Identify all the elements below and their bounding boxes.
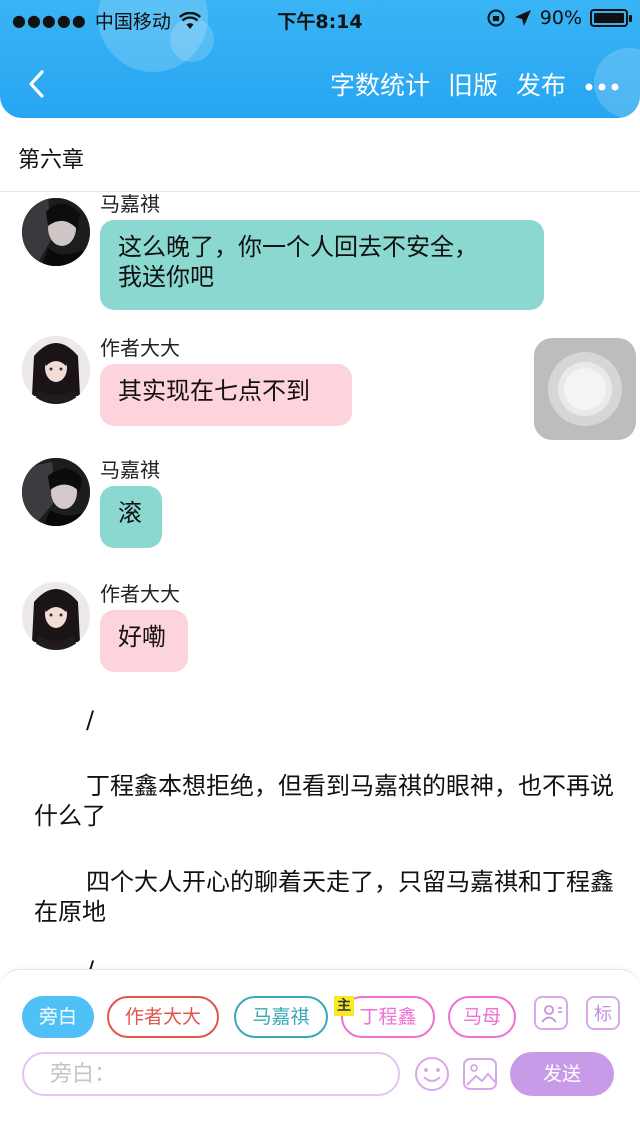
back-button[interactable]	[22, 66, 52, 102]
avatar[interactable]	[22, 458, 90, 526]
message-bubble[interactable]: 好嘞	[100, 610, 188, 672]
person-card-icon	[541, 1005, 562, 1023]
message-bubble[interactable]: 其实现在七点不到	[100, 364, 352, 426]
send-button[interactable]: 发送	[510, 1052, 614, 1096]
role-chip-ma-mu[interactable]: 马母	[448, 996, 516, 1038]
avatar[interactable]	[22, 336, 90, 404]
more-button[interactable]	[584, 69, 620, 99]
role-manage-button[interactable]	[534, 996, 568, 1030]
message-bubble[interactable]: 这么晚了，你一个人回去不安全， 我送你吧	[100, 220, 544, 310]
sender-name: 作者大大	[100, 336, 180, 360]
narration-paragraph: 丁程鑫本想拒绝，但看到马嘉祺的眼神，也不再说什么了	[34, 772, 614, 830]
chat-area[interactable]: 马嘉祺 这么晚了，你一个人回去不安全， 我送你吧 作者大大 其实现在七点不到 马…	[0, 193, 640, 969]
message-line: 好嘞	[118, 623, 166, 651]
app-screen: ●●●●● 中国移动 下午8:14 90% 字数统计 旧版 发布 第六章 马嘉祺…	[0, 0, 640, 1139]
chat-message: 作者大大 其实现在七点不到	[22, 336, 422, 436]
sender-name: 马嘉祺	[100, 193, 160, 216]
narration-paragraph: /	[34, 955, 614, 969]
mark-button[interactable]: 标	[586, 996, 620, 1030]
chat-message: 作者大大 好嘞	[22, 582, 322, 682]
image-icon	[463, 1058, 497, 1090]
status-bar: ●●●●● 中国移动 下午8:14 90%	[0, 0, 640, 36]
role-chip-author[interactable]: 作者大大	[107, 996, 219, 1038]
role-selector: 旁白 作者大大 马嘉祺 丁程鑫 主 马母 标	[0, 996, 640, 1040]
input-row: 发送	[0, 1052, 640, 1096]
message-line: 我送你吧	[118, 263, 214, 291]
battery-percent: 90%	[539, 7, 582, 29]
chapter-bar: 第六章	[0, 118, 640, 192]
role-chip-ma-jiaqi[interactable]: 马嘉祺	[234, 996, 328, 1038]
avatar[interactable]	[22, 582, 90, 650]
chevron-left-icon	[29, 70, 44, 98]
avatar[interactable]	[22, 198, 90, 266]
main-role-badge: 主	[334, 996, 354, 1016]
message-line: 这么晚了，你一个人回去不安全，	[118, 233, 478, 261]
smiley-icon	[415, 1057, 449, 1091]
nav-bar: 字数统计 旧版 发布	[0, 62, 640, 106]
battery-icon	[590, 9, 632, 27]
chat-message: 马嘉祺 这么晚了，你一个人回去不安全， 我送你吧	[22, 193, 552, 310]
message-line: 滚	[118, 499, 142, 527]
word-count-button[interactable]: 字数统计	[330, 66, 430, 102]
narration-paragraph: 四个大人开心的聊着天走了，只留马嘉祺和丁程鑫在原地	[34, 868, 614, 926]
image-button[interactable]	[462, 1056, 498, 1092]
publish-button[interactable]: 发布	[516, 66, 566, 102]
chat-message: 马嘉祺 滚	[22, 458, 322, 558]
message-bubble[interactable]: 滚	[100, 486, 162, 548]
rotation-lock-icon	[487, 9, 505, 27]
location-icon	[514, 10, 531, 26]
old-version-button[interactable]: 旧版	[448, 66, 498, 102]
header: ●●●●● 中国移动 下午8:14 90% 字数统计 旧版 发布	[0, 0, 640, 118]
role-chip-ding-chengxin[interactable]: 丁程鑫	[341, 996, 435, 1038]
emoji-button[interactable]	[414, 1056, 450, 1092]
narration-paragraph: /	[86, 706, 95, 734]
assistive-touch-button[interactable]	[534, 338, 636, 440]
message-line: 其实现在七点不到	[118, 377, 310, 405]
message-input[interactable]	[22, 1052, 400, 1096]
chapter-title[interactable]: 第六章	[18, 142, 84, 174]
composer-panel: 旁白 作者大大 马嘉祺 丁程鑫 主 马母 标 旁白： 发送	[0, 969, 640, 1099]
role-chip-narrator[interactable]: 旁白	[22, 996, 94, 1038]
more-icon	[585, 83, 619, 91]
sender-name: 马嘉祺	[100, 458, 160, 482]
sender-name: 作者大大	[100, 582, 180, 606]
